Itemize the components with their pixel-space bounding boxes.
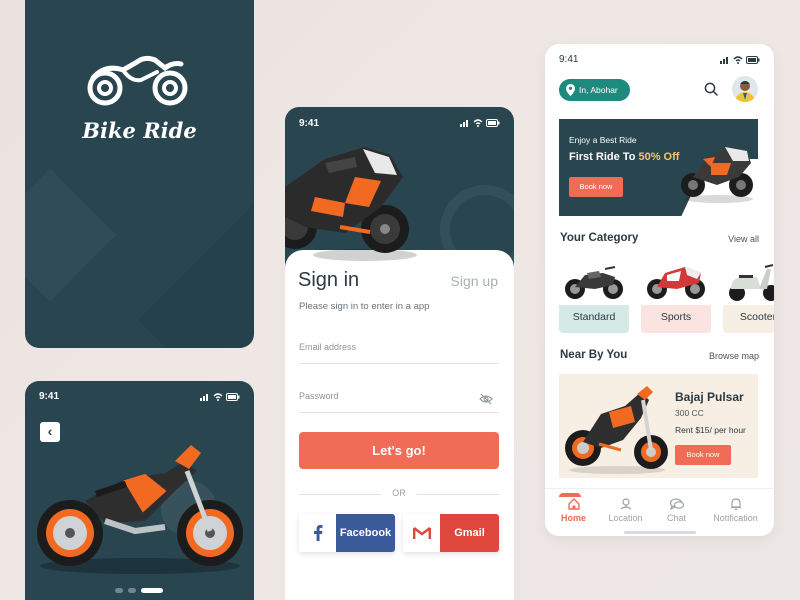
status-icons <box>720 55 760 65</box>
chat-icon <box>669 498 684 511</box>
gmail-button[interactable]: Gmail <box>403 514 499 552</box>
signal-icon <box>720 57 728 64</box>
signin-screen: 9:41 Sign in Sign up Please sign in to e… <box>285 107 514 600</box>
banner-bike-image <box>681 147 753 203</box>
bell-icon <box>730 498 741 511</box>
category-image <box>723 259 774 305</box>
location-label: In, Abohar <box>579 85 618 95</box>
nearby-bike-image <box>565 386 668 474</box>
category-label: Sports <box>641 305 711 333</box>
bike-name: Bajaj Pulsar <box>675 390 744 404</box>
banner-title: First Ride To 50% Off <box>569 151 679 163</box>
facebook-label: Facebook <box>336 514 395 552</box>
signup-link[interactable]: Sign up <box>451 273 498 289</box>
sport-bike-image <box>285 147 417 261</box>
facebook-button[interactable]: Facebook <box>299 514 395 552</box>
lets-go-button[interactable]: Let's go! <box>299 432 499 469</box>
wifi-icon <box>473 119 483 127</box>
location-icon <box>620 498 631 510</box>
wifi-icon <box>733 56 743 64</box>
status-time: 9:41 <box>39 391 60 402</box>
sports-bike-image <box>647 267 705 299</box>
signal-icon <box>460 120 468 127</box>
category-image <box>641 259 711 305</box>
password-field[interactable]: Password <box>299 391 499 413</box>
browse-map-link[interactable]: Browse map <box>709 351 759 361</box>
status-time: 9:41 <box>299 118 320 129</box>
motorbike-icon <box>87 55 188 106</box>
avatar[interactable] <box>732 76 758 102</box>
gmail-label: Gmail <box>440 514 499 552</box>
page-dot[interactable] <box>128 588 136 593</box>
status-icons <box>460 118 500 128</box>
gmail-icon <box>403 514 440 552</box>
wifi-icon <box>213 393 223 401</box>
banner-book-button[interactable]: Book now <box>569 177 623 197</box>
nearby-book-button[interactable]: Book now <box>675 445 731 465</box>
tab-home[interactable]: Home <box>545 493 602 523</box>
or-label: OR <box>392 488 406 498</box>
promo-banner[interactable]: Enjoy a Best Ride First Ride To 50% Off … <box>559 119 758 216</box>
user-avatar-icon <box>735 81 755 102</box>
email-placeholder: Email address <box>299 342 357 352</box>
bike-rent: Rent $15/ per hour <box>675 425 746 435</box>
status-time: 9:41 <box>559 54 579 65</box>
signin-subtitle: Please sign in to enter in a app <box>299 301 430 312</box>
tab-chat[interactable]: Chat <box>648 497 705 523</box>
category-image <box>559 259 629 305</box>
tab-label: Location <box>608 513 643 523</box>
bike-cc: 300 CC <box>675 408 704 418</box>
bike-illustration <box>37 445 243 574</box>
eye-off-icon[interactable] <box>479 393 493 405</box>
category-sports[interactable]: Sports <box>641 259 711 333</box>
active-tab-indicator <box>559 493 581 497</box>
battery-icon <box>746 56 760 64</box>
view-all-link[interactable]: View all <box>728 234 759 244</box>
signin-title: Sign in <box>298 269 360 291</box>
signal-icon <box>200 394 208 401</box>
status-icons <box>200 392 240 402</box>
category-label: Scooter <box>723 305 774 333</box>
tab-notification[interactable]: Notification <box>707 497 764 523</box>
home-indicator <box>624 531 696 534</box>
tab-label: Notification <box>713 513 758 523</box>
or-divider: OR <box>299 488 499 500</box>
location-selector[interactable]: In, Abohar <box>559 79 630 101</box>
tab-label: Home <box>560 513 586 523</box>
nearby-card[interactable]: Bajaj Pulsar 300 CC Rent $15/ per hour B… <box>559 374 758 478</box>
facebook-icon <box>299 514 336 552</box>
search-icon[interactable] <box>704 82 718 96</box>
battery-icon <box>486 119 500 127</box>
bottom-tab-bar: Home Location Chat Notification <box>545 488 774 536</box>
category-standard[interactable]: Standard <box>559 259 629 333</box>
standard-bike-image <box>565 266 623 299</box>
category-title: Your Category <box>560 232 639 244</box>
page-indicator[interactable] <box>115 588 163 593</box>
home-icon <box>567 498 580 510</box>
home-screen: 9:41 In, Abohar Enjoy a Best Ride First … <box>545 44 774 536</box>
page-dot-active[interactable] <box>141 588 163 593</box>
onboarding-screen: 9:41 ‹ <box>25 381 254 600</box>
banner-title-prefix: First Ride To <box>569 151 639 163</box>
banner-subtitle: Enjoy a Best Ride <box>569 135 637 145</box>
splash-screen: Bike Ride <box>25 0 254 348</box>
nearby-title: Near By You <box>560 349 628 361</box>
decor-shape <box>25 168 117 302</box>
tab-location[interactable]: Location <box>597 497 654 523</box>
email-field[interactable]: Email address <box>299 342 499 364</box>
password-placeholder: Password <box>299 391 339 401</box>
category-scooter[interactable]: Scooter <box>723 259 774 333</box>
banner-title-highlight: 50% Off <box>638 151 680 163</box>
tab-label: Chat <box>666 513 686 523</box>
scooter-image <box>729 264 774 301</box>
brand-name: Bike Ride <box>82 118 197 143</box>
decor-shape <box>137 192 254 348</box>
location-pin-icon <box>566 84 575 96</box>
page-dot[interactable] <box>115 588 123 593</box>
battery-icon <box>226 393 240 401</box>
category-label: Standard <box>559 305 629 333</box>
